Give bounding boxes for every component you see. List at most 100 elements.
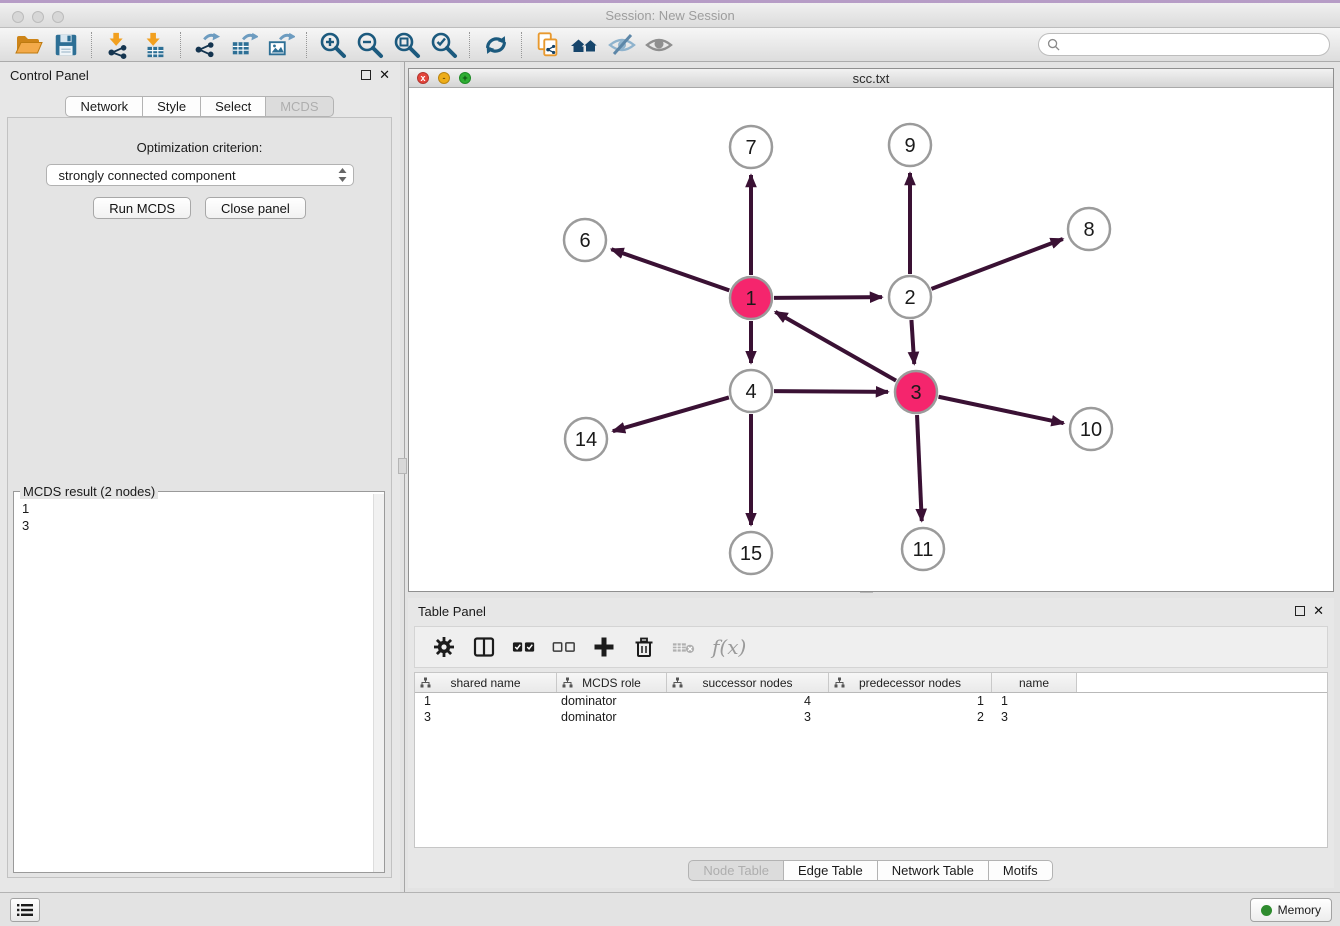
export-table-icon[interactable] <box>225 29 262 61</box>
cell-shared-name[interactable]: 1 <box>415 693 557 709</box>
run-mcds-button[interactable]: Run MCDS <box>93 197 191 219</box>
panel-divider-grip[interactable] <box>398 458 407 474</box>
app-title: Session: New Session <box>0 8 1340 23</box>
column-header-predecessor-nodes[interactable]: predecessor nodes <box>829 673 992 692</box>
node-table: shared name MCDS role successor nodes pr… <box>414 672 1328 848</box>
cell-predecessor-nodes[interactable]: 2 <box>829 709 992 725</box>
import-table-icon[interactable] <box>136 29 173 61</box>
chevron-updown-icon <box>338 168 347 182</box>
edge-3-11[interactable] <box>917 415 922 521</box>
table-panel-tabs: Node Table Edge Table Network Table Moti… <box>408 860 1334 881</box>
optimization-criterion-select[interactable]: strongly connected component <box>46 164 354 186</box>
tab-node-table[interactable]: Node Table <box>688 860 784 881</box>
close-network-icon[interactable]: x <box>417 72 429 84</box>
search-box[interactable] <box>1038 33 1330 56</box>
column-header-mcds-role[interactable]: MCDS role <box>557 673 667 692</box>
main-toolbar <box>0 28 1340 62</box>
settings-gear-icon[interactable] <box>432 635 456 659</box>
cell-shared-name[interactable]: 3 <box>415 709 557 725</box>
search-input[interactable] <box>1065 37 1321 52</box>
optimization-criterion-label: Optimization criterion: <box>8 140 391 155</box>
export-network-icon[interactable] <box>188 29 225 61</box>
edge-2-8[interactable] <box>932 239 1063 289</box>
column-header-name[interactable]: name <box>992 673 1077 692</box>
node-label-4: 4 <box>745 381 756 403</box>
node-label-2: 2 <box>904 287 915 309</box>
node-label-14: 14 <box>575 429 597 451</box>
table-row[interactable]: 3 dominator 3 2 3 <box>415 709 1327 725</box>
cell-mcds-role[interactable]: dominator <box>557 709 667 725</box>
edge-2-3[interactable] <box>911 320 914 364</box>
open-session-icon[interactable] <box>10 29 47 61</box>
zoom-selected-icon[interactable] <box>425 29 462 61</box>
attribute-icon <box>834 677 845 688</box>
delete-table-icon[interactable] <box>672 635 696 659</box>
show-all-networks-icon[interactable] <box>566 29 603 61</box>
hide-details-eye-icon[interactable] <box>603 29 640 61</box>
network-view-window: x - + scc.txt 1234678910111415 <box>408 68 1334 592</box>
function-builder-icon[interactable]: f(x) <box>712 635 746 659</box>
column-header-shared-name[interactable]: shared name <box>415 673 557 692</box>
network-canvas[interactable]: 1234678910111415 <box>409 88 1333 591</box>
edge-4-3[interactable] <box>774 391 888 392</box>
zoom-in-icon[interactable] <box>314 29 351 61</box>
cell-successor-nodes[interactable]: 4 <box>667 693 829 709</box>
close-panel-button[interactable]: Close panel <box>205 197 306 219</box>
mcds-result-list[interactable]: 1 3 <box>14 494 372 872</box>
float-panel-icon[interactable] <box>361 70 371 80</box>
memory-label: Memory <box>1278 903 1321 917</box>
dropdown-value: strongly connected component <box>59 168 338 183</box>
float-table-panel-icon[interactable] <box>1295 606 1305 616</box>
toolbar-separator <box>91 32 92 58</box>
zoom-network-icon[interactable]: + <box>459 72 471 84</box>
edge-3-10[interactable] <box>939 397 1064 423</box>
cell-name[interactable]: 1 <box>992 693 1077 709</box>
minimize-network-icon[interactable]: - <box>438 72 450 84</box>
node-label-9: 9 <box>904 135 915 157</box>
cell-name[interactable]: 3 <box>992 709 1077 725</box>
tab-select[interactable]: Select <box>200 96 266 117</box>
edge-3-1[interactable] <box>775 312 896 381</box>
add-row-icon[interactable] <box>592 635 616 659</box>
tab-motifs[interactable]: Motifs <box>988 860 1053 881</box>
zoom-window-icon[interactable] <box>52 11 64 23</box>
cell-successor-nodes[interactable]: 3 <box>667 709 829 725</box>
control-panel: Control Panel ✕ Network Style Select MCD… <box>0 62 400 892</box>
refresh-icon[interactable] <box>477 29 514 61</box>
cell-mcds-role[interactable]: dominator <box>557 693 667 709</box>
table-row[interactable]: 1 dominator 4 1 1 <box>415 693 1327 709</box>
tab-network-table[interactable]: Network Table <box>877 860 989 881</box>
delete-row-icon[interactable] <box>632 635 656 659</box>
tab-network[interactable]: Network <box>65 96 143 117</box>
close-panel-icon[interactable]: ✕ <box>379 70 390 80</box>
select-all-icon[interactable] <box>512 635 536 659</box>
zoom-out-icon[interactable] <box>351 29 388 61</box>
tab-mcds[interactable]: MCDS <box>265 96 333 117</box>
minimize-window-icon[interactable] <box>32 11 44 23</box>
import-network-icon[interactable] <box>99 29 136 61</box>
task-history-button[interactable] <box>10 898 40 922</box>
show-details-eye-icon[interactable] <box>640 29 677 61</box>
column-header-successor-nodes[interactable]: successor nodes <box>667 673 829 692</box>
edge-1-2[interactable] <box>774 297 882 298</box>
export-image-icon[interactable] <box>262 29 299 61</box>
control-panel-tabs: Network Style Select MCDS <box>0 96 400 117</box>
close-window-icon[interactable] <box>12 11 24 23</box>
memory-button[interactable]: Memory <box>1250 898 1332 922</box>
network-canvas-svg[interactable]: 1234678910111415 <box>409 88 1333 591</box>
close-table-panel-icon[interactable]: ✕ <box>1313 606 1324 616</box>
save-session-icon[interactable] <box>47 29 84 61</box>
tab-edge-table[interactable]: Edge Table <box>783 860 878 881</box>
mcds-result-scrollbar[interactable] <box>373 494 384 872</box>
edge-4-14[interactable] <box>613 397 729 431</box>
deselect-all-icon[interactable] <box>552 635 576 659</box>
tab-style[interactable]: Style <box>142 96 201 117</box>
toggle-column-icon[interactable] <box>472 635 496 659</box>
cell-predecessor-nodes[interactable]: 1 <box>829 693 992 709</box>
clone-network-icon[interactable] <box>529 29 566 61</box>
table-toolbar: f(x) <box>414 626 1328 668</box>
network-window-titlebar[interactable]: x - + scc.txt <box>409 69 1333 88</box>
zoom-fit-icon[interactable] <box>388 29 425 61</box>
network-window-title: scc.txt <box>409 71 1333 86</box>
edge-1-6[interactable] <box>611 249 729 290</box>
